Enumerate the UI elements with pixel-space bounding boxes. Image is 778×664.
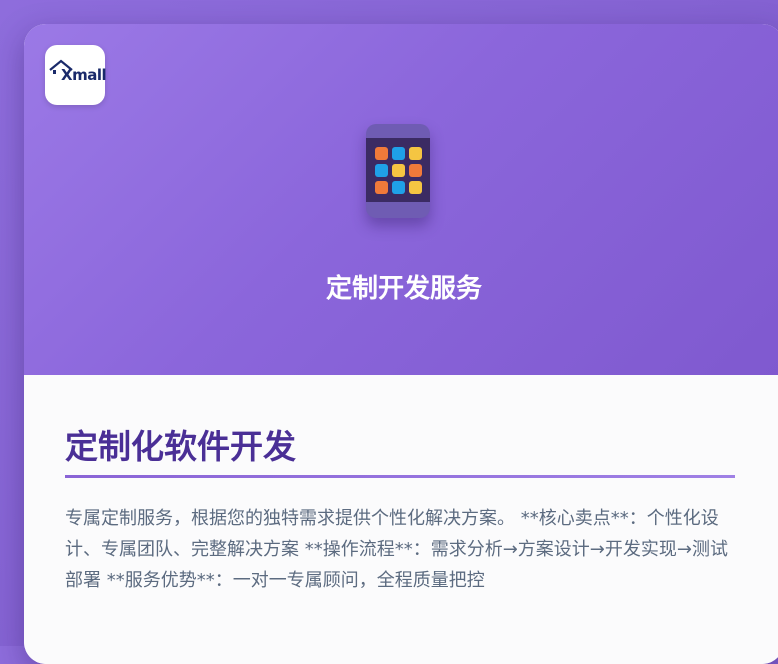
hero-banner: Xmall 定制开发服务 (24, 24, 778, 375)
section-title: 定制化软件开发 (65, 427, 296, 466)
grid-dot (392, 181, 405, 194)
title-divider (65, 475, 735, 478)
grid-dot (409, 164, 422, 177)
brand-logo[interactable]: Xmall (45, 45, 107, 105)
grid-dot (409, 147, 422, 160)
grid-dot (409, 181, 422, 194)
content-section: 定制化软件开发 专属定制服务，根据您的独特需求提供个性化解决方案。 **核心卖点… (24, 375, 778, 664)
service-card: Xmall 定制开发服务 定制化软件开发 专属定制服务，根据您的独特需求提供个性… (24, 24, 778, 664)
grid-dot (375, 181, 388, 194)
hero-title: 定制开发服务 (325, 274, 482, 304)
grid-dot (392, 147, 405, 160)
grid-dot (392, 164, 405, 177)
app-grid-screen (366, 138, 430, 202)
app-grid-icon (366, 124, 430, 218)
grid-dot (375, 164, 388, 177)
grid-dot (375, 147, 388, 160)
logo-text: Xmall (61, 66, 107, 84)
service-description: 专属定制服务，根据您的独特需求提供个性化解决方案。 **核心卖点**：个性化设计… (65, 508, 728, 591)
